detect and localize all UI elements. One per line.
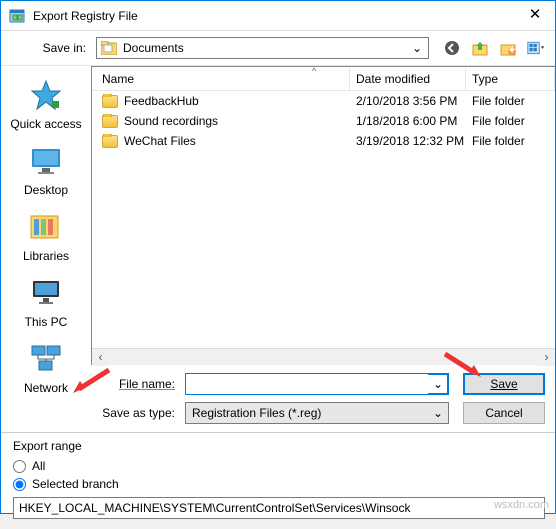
- file-row[interactable]: FeedbackHub 2/10/2018 3:56 PMFile folder: [92, 91, 555, 111]
- file-name-label: File name:: [1, 377, 185, 391]
- up-button[interactable]: [471, 39, 489, 57]
- places-bar: Quick access Desktop Libraries This PC N…: [1, 66, 91, 365]
- folder-icon: [102, 115, 118, 128]
- close-button[interactable]: ✕: [515, 1, 555, 31]
- place-this-pc[interactable]: This PC: [6, 272, 86, 334]
- column-type[interactable]: Type: [466, 68, 555, 90]
- export-range-label: Export range: [13, 439, 545, 453]
- place-label: Libraries: [6, 249, 86, 263]
- radio-selected-label: Selected branch: [32, 477, 119, 491]
- file-name-input[interactable]: ⌄: [185, 373, 449, 395]
- file-name-field[interactable]: [186, 374, 428, 394]
- radio-selected-input[interactable]: [13, 478, 26, 491]
- this-pc-icon: [30, 277, 62, 309]
- save-in-dropdown[interactable]: Documents ⌄: [96, 37, 429, 59]
- back-button[interactable]: [443, 39, 461, 57]
- save-button[interactable]: Save: [463, 373, 545, 395]
- svg-text:✦: ✦: [507, 43, 516, 56]
- radio-all-label: All: [32, 459, 45, 473]
- radio-all-input[interactable]: [13, 460, 26, 473]
- export-range-group: Export range All Selected branch: [1, 433, 555, 529]
- save-in-value: Documents: [123, 41, 184, 55]
- watermark: wsxdn.com: [494, 499, 549, 511]
- file-type: File folder: [466, 134, 555, 148]
- file-date: 3/19/2018 12:32 PM: [350, 134, 466, 148]
- file-list[interactable]: ^ Name Date modified Type FeedbackHub 2/1…: [91, 66, 555, 365]
- file-name: Sound recordings: [124, 114, 218, 128]
- view-menu-button[interactable]: [527, 39, 545, 57]
- column-date[interactable]: Date modified: [350, 68, 466, 90]
- chevron-down-icon: ⌄: [412, 41, 422, 55]
- file-date: 2/10/2018 3:56 PM: [350, 94, 466, 108]
- horizontal-scrollbar[interactable]: ‹ ›: [92, 348, 555, 365]
- file-type: File folder: [466, 94, 555, 108]
- save-as-type-value: Registration Files (*.reg): [186, 403, 321, 423]
- radio-all[interactable]: All: [13, 459, 545, 473]
- folder-icon: [102, 95, 118, 108]
- place-desktop[interactable]: Desktop: [6, 140, 86, 202]
- libraries-icon: [28, 211, 64, 243]
- scroll-right-button[interactable]: ›: [538, 349, 555, 366]
- desktop-icon: [30, 145, 62, 177]
- selected-branch-input[interactable]: [13, 497, 545, 519]
- save-as-type-label: Save as type:: [1, 406, 185, 420]
- place-libraries[interactable]: Libraries: [6, 206, 86, 268]
- place-quick-access[interactable]: Quick access: [6, 74, 86, 136]
- regedit-icon: [9, 8, 25, 24]
- radio-selected-branch[interactable]: Selected branch: [13, 477, 545, 491]
- folder-icon: [102, 135, 118, 148]
- save-as-type-dropdown[interactable]: Registration Files (*.reg) ⌄: [185, 402, 449, 424]
- file-row[interactable]: WeChat Files 3/19/2018 12:32 PMFile folde…: [92, 131, 555, 151]
- place-label: Desktop: [6, 183, 86, 197]
- save-in-label: Save in:: [1, 41, 96, 55]
- dialog-title: Export Registry File: [33, 9, 515, 23]
- documents-icon: [101, 41, 117, 55]
- scroll-left-button[interactable]: ‹: [92, 349, 109, 366]
- chevron-down-icon: ⌄: [433, 377, 443, 391]
- sort-indicator-icon: ^: [312, 66, 316, 76]
- quick-access-icon: [30, 79, 62, 111]
- file-date: 1/18/2018 6:00 PM: [350, 114, 466, 128]
- export-registry-dialog: Export Registry File ✕ Save in: Document…: [0, 0, 556, 514]
- file-name: FeedbackHub: [124, 94, 199, 108]
- titlebar: Export Registry File ✕: [1, 1, 555, 31]
- file-type: File folder: [466, 114, 555, 128]
- column-headers: ^ Name Date modified Type: [92, 67, 555, 91]
- new-folder-button[interactable]: ✦: [499, 39, 517, 57]
- file-row[interactable]: Sound recordings 1/18/2018 6:00 PMFile fo…: [92, 111, 555, 131]
- file-name: WeChat Files: [124, 134, 196, 148]
- chevron-down-icon: ⌄: [433, 406, 443, 420]
- cancel-button[interactable]: Cancel: [463, 402, 545, 424]
- place-label: This PC: [6, 315, 86, 329]
- place-label: Quick access: [6, 117, 86, 131]
